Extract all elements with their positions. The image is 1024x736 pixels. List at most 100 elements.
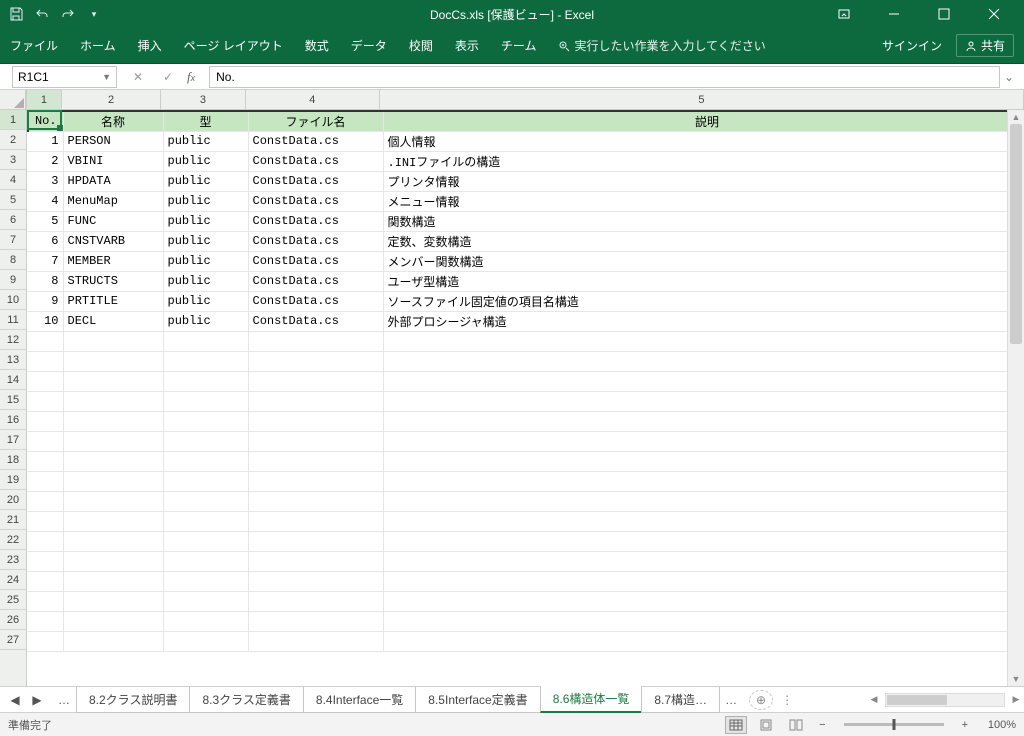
cell[interactable]: [63, 611, 163, 631]
row-header[interactable]: 15: [0, 390, 26, 410]
row-header[interactable]: 14: [0, 370, 26, 390]
maximize-icon[interactable]: [922, 0, 966, 28]
cell[interactable]: 関数構造: [383, 211, 1024, 231]
cell[interactable]: [163, 491, 248, 511]
row-header[interactable]: 9: [0, 270, 26, 290]
cell[interactable]: [248, 511, 383, 531]
cell[interactable]: [28, 531, 63, 551]
table-row[interactable]: [28, 331, 1024, 351]
row-header[interactable]: 27: [0, 630, 26, 650]
table-row[interactable]: [28, 411, 1024, 431]
cell[interactable]: [28, 491, 63, 511]
cell[interactable]: プリンタ情報: [383, 171, 1024, 191]
cell[interactable]: [28, 451, 63, 471]
table-row[interactable]: 5FUNCpublicConstData.cs関数構造: [28, 211, 1024, 231]
cell[interactable]: [28, 371, 63, 391]
cell[interactable]: public: [163, 191, 248, 211]
cell[interactable]: FUNC: [63, 211, 163, 231]
cell[interactable]: [63, 471, 163, 491]
cell[interactable]: [383, 511, 1024, 531]
table-row[interactable]: 3HPDATApublicConstData.csプリンタ情報: [28, 171, 1024, 191]
cell[interactable]: [383, 471, 1024, 491]
row-header[interactable]: 8: [0, 250, 26, 270]
cell[interactable]: [28, 331, 63, 351]
cell[interactable]: [63, 511, 163, 531]
cell[interactable]: [383, 391, 1024, 411]
zoom-slider[interactable]: [844, 723, 944, 726]
cell[interactable]: 5: [28, 211, 63, 231]
ribbon-tab-7[interactable]: 表示: [455, 28, 479, 64]
column-header[interactable]: 2: [62, 90, 161, 109]
cell[interactable]: [383, 431, 1024, 451]
cell[interactable]: ConstData.cs: [248, 151, 383, 171]
cell[interactable]: [163, 431, 248, 451]
cell[interactable]: 1: [28, 131, 63, 151]
row-header[interactable]: 1: [0, 110, 26, 130]
sheet-nav-next-icon[interactable]: ▶: [30, 693, 44, 707]
cell[interactable]: [248, 411, 383, 431]
cell[interactable]: [63, 591, 163, 611]
ribbon-tab-2[interactable]: 挿入: [138, 28, 162, 64]
cell[interactable]: public: [163, 271, 248, 291]
ribbon-tab-3[interactable]: ページ レイアウト: [184, 28, 283, 64]
sheet-tab[interactable]: 8.7構造…: [641, 687, 720, 713]
cell[interactable]: 型: [163, 111, 248, 131]
cell[interactable]: MenuMap: [63, 191, 163, 211]
fx-icon[interactable]: fx: [187, 69, 195, 85]
cell[interactable]: 10: [28, 311, 63, 331]
table-row[interactable]: [28, 471, 1024, 491]
table-row[interactable]: 4MenuMappublicConstData.csメニュー情報: [28, 191, 1024, 211]
cell[interactable]: [383, 451, 1024, 471]
cell[interactable]: [248, 471, 383, 491]
cell[interactable]: 説明: [383, 111, 1024, 131]
chevron-down-icon[interactable]: ▼: [98, 72, 111, 82]
table-row[interactable]: [28, 371, 1024, 391]
cell[interactable]: [28, 611, 63, 631]
cell[interactable]: 定数、変数構造: [383, 231, 1024, 251]
table-row[interactable]: No.名称型ファイル名説明: [28, 111, 1024, 131]
zoom-slider-thumb[interactable]: [892, 719, 895, 730]
cell[interactable]: [163, 551, 248, 571]
ribbon-tab-8[interactable]: チーム: [501, 28, 537, 64]
table-row[interactable]: [28, 451, 1024, 471]
cell[interactable]: ConstData.cs: [248, 131, 383, 151]
worksheet-grid[interactable]: 1234567891011121314151617181920212223242…: [0, 90, 1024, 686]
zoom-out-button[interactable]: −: [815, 719, 829, 731]
undo-icon[interactable]: [34, 6, 50, 22]
cell[interactable]: [163, 411, 248, 431]
cell[interactable]: [383, 331, 1024, 351]
sheet-nav-prev-icon[interactable]: ◀: [8, 693, 22, 707]
page-layout-view-icon[interactable]: [755, 716, 777, 734]
column-header[interactable]: 1: [27, 90, 62, 109]
row-header[interactable]: 11: [0, 310, 26, 330]
zoom-in-button[interactable]: +: [958, 719, 972, 731]
select-all-corner[interactable]: [0, 90, 26, 110]
cell[interactable]: [383, 531, 1024, 551]
cell[interactable]: [383, 411, 1024, 431]
add-sheet-button[interactable]: ⊕: [749, 690, 773, 710]
table-row[interactable]: 8STRUCTSpublicConstData.csユーザ型構造: [28, 271, 1024, 291]
row-header[interactable]: 18: [0, 450, 26, 470]
cell[interactable]: VBINI: [63, 151, 163, 171]
sheet-tab[interactable]: 8.3クラス定義書: [189, 687, 303, 713]
sheet-tab[interactable]: 8.5Interface定義書: [415, 687, 540, 713]
tell-me-search[interactable]: 実行したい作業を入力してください: [558, 37, 765, 54]
cell[interactable]: [248, 631, 383, 651]
cell[interactable]: 6: [28, 231, 63, 251]
column-header[interactable]: 4: [246, 90, 380, 109]
table-row[interactable]: 10DECLpublicConstData.cs外部プロシージャ構造: [28, 311, 1024, 331]
sheet-nav-last[interactable]: …: [719, 693, 743, 707]
normal-view-icon[interactable]: [725, 716, 747, 734]
table-row[interactable]: [28, 531, 1024, 551]
signin-link[interactable]: サインイン: [882, 37, 942, 54]
cell[interactable]: [248, 551, 383, 571]
row-header[interactable]: 26: [0, 610, 26, 630]
cell[interactable]: [163, 371, 248, 391]
table-row[interactable]: [28, 491, 1024, 511]
cell[interactable]: [248, 351, 383, 371]
hscroll-left-icon[interactable]: ◀: [866, 694, 882, 705]
cell[interactable]: [28, 631, 63, 651]
row-header[interactable]: 23: [0, 550, 26, 570]
close-icon[interactable]: [972, 0, 1016, 28]
cell[interactable]: [28, 591, 63, 611]
